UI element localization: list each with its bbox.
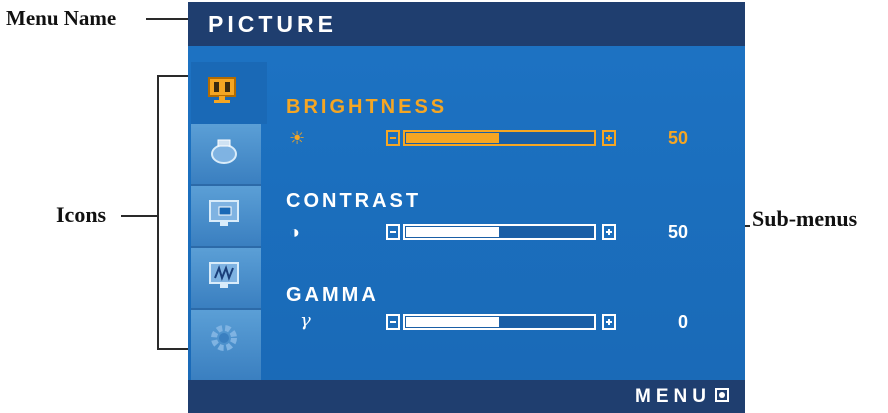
- menu-icon-sidebar: [191, 62, 267, 380]
- tab-tracking[interactable]: [191, 248, 261, 310]
- gamma-fill: [406, 317, 499, 327]
- tab-color[interactable]: [191, 124, 261, 186]
- gamma-label[interactable]: GAMMA: [286, 284, 379, 307]
- gamma-icon: γ: [300, 310, 311, 331]
- brightness-decrease-button[interactable]: [386, 130, 400, 146]
- tracking-icon: [205, 258, 243, 292]
- menu-button-label[interactable]: MENU: [635, 386, 711, 408]
- brightness-sun-icon: ☀: [289, 128, 306, 148]
- osd-title-bar: PICTURE: [188, 2, 745, 46]
- gamma-decrease-button[interactable]: [386, 314, 400, 330]
- menu-button-icon[interactable]: [715, 388, 729, 402]
- gamma-track[interactable]: [403, 314, 596, 330]
- contrast-decrease-button[interactable]: [386, 224, 400, 240]
- brightness-increase-button[interactable]: [602, 130, 616, 146]
- osd-menu-panel: PICTURE BRIGHTNESS ☀ 50 CONTRAST ◑ 50 GA…: [188, 2, 745, 413]
- contrast-value: 50: [667, 222, 688, 242]
- brightness-value: 50: [667, 128, 688, 148]
- callout-sub-menus: Sub-menus: [752, 206, 858, 231]
- brightness-track[interactable]: [403, 130, 596, 146]
- picture-monitor-icon: [205, 72, 243, 106]
- callout-menu-name: Menu Name: [6, 6, 117, 30]
- tab-position[interactable]: [191, 186, 261, 248]
- brightness-label[interactable]: BRIGHTNESS: [286, 96, 447, 119]
- gamma-slider[interactable]: [386, 314, 616, 332]
- setup-gear-icon: [205, 320, 243, 354]
- display-position-icon: [205, 196, 243, 230]
- icons-leader-line: [121, 215, 157, 217]
- menu-title: PICTURE: [208, 11, 337, 37]
- contrast-fill: [406, 227, 499, 237]
- brightness-slider[interactable]: [386, 130, 616, 148]
- tab-picture[interactable]: [191, 62, 267, 124]
- contrast-increase-button[interactable]: [602, 224, 616, 240]
- contrast-track[interactable]: [403, 224, 596, 240]
- brightness-fill: [406, 133, 499, 143]
- gamma-increase-button[interactable]: [602, 314, 616, 330]
- callout-icons: Icons: [56, 202, 107, 227]
- color-temperature-icon: [205, 134, 243, 168]
- tab-setup[interactable]: [191, 310, 261, 380]
- contrast-label[interactable]: CONTRAST: [286, 190, 421, 213]
- osd-bottom-bar: MENU: [188, 380, 745, 413]
- contrast-icon: ◑: [289, 222, 300, 242]
- gamma-value: 0: [677, 312, 688, 332]
- contrast-slider[interactable]: [386, 224, 616, 242]
- menu-name-leader-line: [146, 18, 188, 20]
